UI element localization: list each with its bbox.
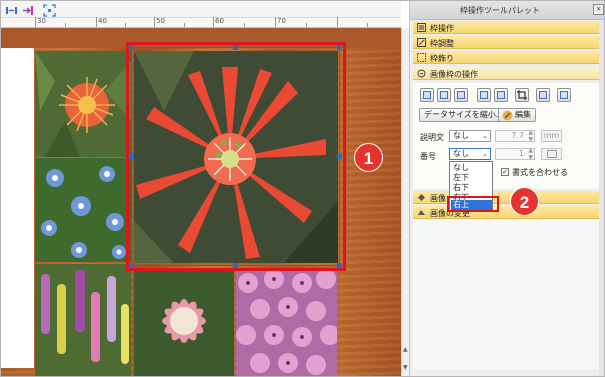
- section-label: 枠飾り: [430, 54, 454, 63]
- resize-handle[interactable]: [233, 263, 238, 268]
- fit-width-icon[interactable]: [4, 3, 17, 16]
- ruler-tick-label: 40: [98, 17, 107, 25]
- ruler-tick-label: 50: [156, 17, 165, 25]
- number-label: 番号: [420, 152, 436, 161]
- chevron-down-icon: ⌄: [482, 132, 488, 140]
- number-style-button[interactable]: [541, 148, 562, 160]
- horizontal-ruler: 30 40 50 60 70: [1, 17, 401, 28]
- fit-height-button[interactable]: [494, 88, 508, 102]
- number-count-value: 1: [518, 149, 524, 158]
- photo-blue-flowers[interactable]: [35, 158, 131, 262]
- resize-handle[interactable]: [129, 45, 134, 50]
- step-badge-2: 2: [510, 187, 539, 216]
- palette-titlebar[interactable]: 枠操作ツールパレット ×: [410, 1, 604, 20]
- photo-protea-orange[interactable]: [35, 51, 131, 157]
- section-image-frame-ops[interactable]: 画像枠の操作 ▴: [413, 67, 604, 80]
- caption-size-spinner[interactable]: 7.7 ▲ ▼: [495, 129, 535, 143]
- rotate-left-button[interactable]: [420, 88, 434, 102]
- resize-handle[interactable]: [337, 154, 342, 159]
- scroll-up-icon[interactable]: ▲: [403, 346, 408, 353]
- image-change-icon: [418, 210, 425, 215]
- crop-icon[interactable]: [515, 88, 529, 102]
- image-frame-bounds[interactable]: [131, 47, 340, 266]
- dropdown-option[interactable]: 右下: [451, 183, 492, 193]
- spinner-arrows-icon: ▲ ▼: [528, 129, 533, 143]
- step-badge-1: 1: [354, 143, 383, 172]
- section-image[interactable]: 画像 ▾: [413, 191, 604, 204]
- resize-handle[interactable]: [129, 154, 134, 159]
- photo-pink-petunias[interactable]: [236, 269, 337, 376]
- palette-title: 枠操作ツールパレット: [460, 6, 540, 15]
- palette-scrollbar[interactable]: [599, 21, 604, 376]
- page-margin: [1, 48, 34, 368]
- chevron-down-icon: ⌄: [482, 150, 488, 158]
- section-label: 枠調整: [430, 39, 454, 48]
- image-view-button[interactable]: [536, 88, 550, 102]
- number-count-spinner[interactable]: 1 ▲ ▼: [495, 147, 535, 161]
- photo-lupins[interactable]: [35, 264, 131, 376]
- resize-handle[interactable]: [233, 45, 238, 50]
- dropdown-option[interactable]: なし: [451, 163, 492, 173]
- dropdown-option[interactable]: 左下: [451, 173, 492, 183]
- palette-lower-area: [413, 219, 604, 369]
- edit-button[interactable]: 編集: [498, 108, 536, 122]
- match-format-label: 書式を合わせる: [512, 168, 568, 177]
- image-frame-icon: [417, 69, 426, 78]
- image-icon: [418, 194, 425, 201]
- edit-icon: [502, 110, 513, 121]
- caption-value: なし: [453, 131, 469, 140]
- resize-handle[interactable]: [337, 263, 342, 268]
- canvas-vertical-scrollbar[interactable]: ▲ ▼: [401, 28, 409, 376]
- spinner-arrows-icon: ▲ ▼: [528, 147, 533, 161]
- edit-label: 編集: [515, 110, 531, 119]
- app-window: 30 40 50 60 70 1 ▲ ▼ 枠操作ツールパレット × 枠操作 枠調…: [0, 0, 605, 377]
- flip-button[interactable]: [454, 88, 468, 102]
- section-frame-decor[interactable]: 枠飾り ▾: [413, 51, 604, 64]
- section-image-change[interactable]: 画像の変更 ▾: [413, 206, 604, 219]
- scroll-down-icon[interactable]: ▼: [403, 364, 408, 371]
- fit-page-icon[interactable]: [21, 3, 34, 16]
- frame-decor-icon: [417, 53, 426, 62]
- number-select[interactable]: なし ⌄: [449, 148, 491, 160]
- section-label: 枠操作: [430, 24, 454, 33]
- layout-canvas[interactable]: 30 40 50 60 70 1: [1, 1, 401, 376]
- section-frame-ops[interactable]: 枠操作 ▾: [413, 21, 604, 34]
- section-label: 画像枠の操作: [430, 70, 478, 79]
- section-frame-adjust[interactable]: 枠調整 ▾: [413, 36, 604, 49]
- caption-select[interactable]: なし ⌄: [449, 130, 491, 142]
- selection-highlight: [447, 196, 499, 212]
- fullscreen-icon[interactable]: [42, 3, 56, 17]
- close-icon[interactable]: ×: [593, 4, 604, 15]
- section-label: 画像: [430, 194, 446, 203]
- caption-unit-button[interactable]: mm: [541, 130, 562, 142]
- fit-width-button[interactable]: [477, 88, 491, 102]
- reduce-data-size-button[interactable]: データサイズを縮小...: [419, 108, 509, 122]
- match-format-checkbox[interactable]: ✓: [501, 168, 509, 176]
- image-zoom-button[interactable]: [557, 88, 571, 102]
- caption-size-value: 7.7: [511, 131, 524, 140]
- ruler-tick-label: 60: [215, 17, 224, 25]
- frame-adjust-icon: [417, 38, 426, 47]
- frame-icon: [417, 23, 426, 32]
- resize-handle[interactable]: [129, 263, 134, 268]
- rotate-right-button[interactable]: [437, 88, 451, 102]
- ruler-tick-label: 30: [37, 17, 46, 25]
- canvas-toolbar: [1, 1, 401, 18]
- resize-handle[interactable]: [337, 45, 342, 50]
- caption-label: 説明文: [420, 133, 444, 142]
- photo-king-protea[interactable]: [134, 269, 234, 376]
- ruler-tick-label: 70: [277, 17, 286, 25]
- number-value: なし: [453, 149, 469, 158]
